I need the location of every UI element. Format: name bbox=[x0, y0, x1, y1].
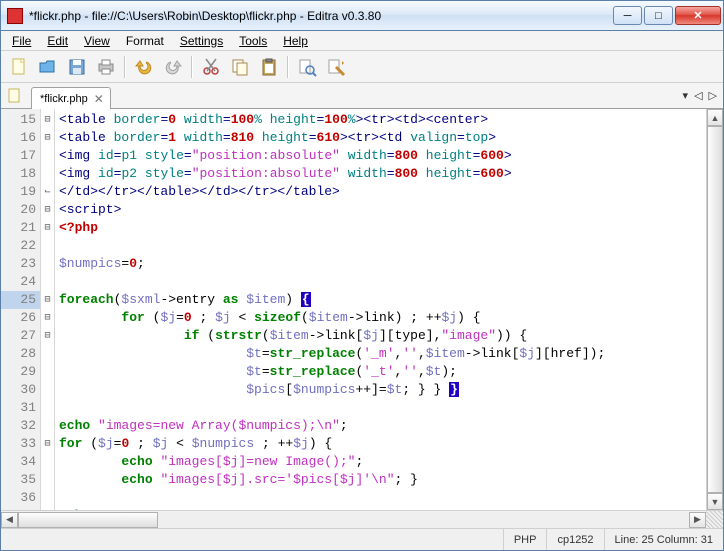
tab-nav-right-icon[interactable]: ▷ bbox=[709, 89, 717, 102]
app-icon bbox=[7, 8, 23, 24]
horizontal-scrollbar[interactable]: ◀ ▶ bbox=[1, 510, 723, 528]
cut-button[interactable] bbox=[197, 54, 225, 80]
menu-tools[interactable]: Tools bbox=[232, 32, 274, 50]
document-icon bbox=[7, 88, 23, 104]
app-window: *flickr.php - file://C:\Users\Robin\Desk… bbox=[0, 0, 724, 551]
status-encoding: cp1252 bbox=[546, 529, 603, 550]
menu-settings[interactable]: Settings bbox=[173, 32, 230, 50]
menu-format[interactable]: Format bbox=[119, 32, 171, 50]
redo-button[interactable] bbox=[159, 54, 187, 80]
find-replace-button[interactable] bbox=[322, 54, 350, 80]
window-title: *flickr.php - file://C:\Users\Robin\Desk… bbox=[29, 9, 613, 23]
status-position: Line: 25 Column: 31 bbox=[604, 529, 723, 550]
menu-view[interactable]: View bbox=[77, 32, 117, 50]
line-number-gutter[interactable]: 1516171819202122232425262728293031323334… bbox=[1, 109, 41, 510]
scroll-left-arrow[interactable]: ◀ bbox=[1, 512, 18, 528]
status-language: PHP bbox=[503, 529, 547, 550]
new-file-button[interactable] bbox=[5, 54, 33, 80]
statusbar: PHP cp1252 Line: 25 Column: 31 bbox=[1, 528, 723, 550]
titlebar[interactable]: *flickr.php - file://C:\Users\Robin\Desk… bbox=[1, 1, 723, 31]
tab-close-icon[interactable]: ✕ bbox=[94, 92, 104, 106]
editor: 1516171819202122232425262728293031323334… bbox=[1, 109, 723, 510]
maximize-button[interactable]: □ bbox=[644, 6, 673, 25]
tab-label: *flickr.php bbox=[40, 93, 88, 105]
open-file-button[interactable] bbox=[34, 54, 62, 80]
scroll-up-arrow[interactable]: ▲ bbox=[707, 109, 723, 126]
copy-button[interactable] bbox=[226, 54, 254, 80]
hscroll-thumb[interactable] bbox=[18, 512, 158, 528]
menu-file[interactable]: File bbox=[5, 32, 38, 50]
tabbar: *flickr.php ✕ ▾ ◁ ▷ bbox=[1, 83, 723, 109]
save-button[interactable] bbox=[63, 54, 91, 80]
menubar: File Edit View Format Settings Tools Hel… bbox=[1, 31, 723, 51]
scroll-down-arrow[interactable]: ▼ bbox=[707, 493, 723, 510]
menu-help[interactable]: Help bbox=[276, 32, 315, 50]
undo-button[interactable] bbox=[130, 54, 158, 80]
paste-button[interactable] bbox=[255, 54, 283, 80]
scroll-right-arrow[interactable]: ▶ bbox=[689, 512, 706, 528]
vscroll-thumb[interactable] bbox=[707, 126, 723, 493]
find-button[interactable] bbox=[293, 54, 321, 80]
resize-grip[interactable] bbox=[706, 511, 723, 529]
print-button[interactable] bbox=[92, 54, 120, 80]
tab-nav-left-icon[interactable]: ◁ bbox=[694, 89, 702, 102]
menu-edit[interactable]: Edit bbox=[40, 32, 75, 50]
minimize-button[interactable]: ─ bbox=[613, 6, 642, 25]
fold-gutter[interactable]: ⊟⊟⌙⊟⊟⊟⊟⊟⊟ bbox=[41, 109, 55, 510]
tab-flickr[interactable]: *flickr.php ✕ bbox=[31, 87, 111, 109]
toolbar bbox=[1, 51, 723, 83]
tab-menu-down-icon[interactable]: ▾ bbox=[683, 89, 689, 102]
code-area[interactable]: <table border=0 width=100% height=100%><… bbox=[55, 109, 706, 510]
vertical-scrollbar[interactable]: ▲ ▼ bbox=[706, 109, 723, 510]
close-button[interactable]: ✕ bbox=[675, 6, 721, 25]
